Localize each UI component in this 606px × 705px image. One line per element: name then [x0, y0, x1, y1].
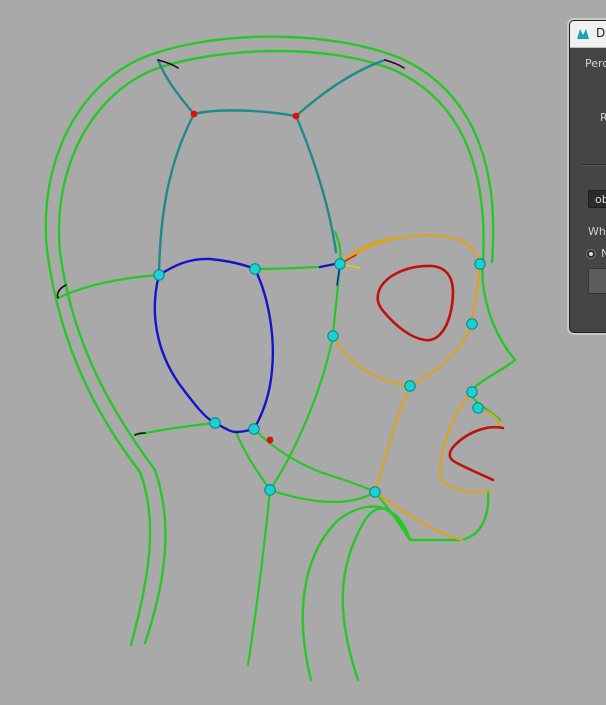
vertex — [264, 484, 276, 496]
pole-points[interactable] — [190, 110, 300, 444]
cranium-loop — [156, 58, 387, 277]
vertex — [334, 258, 346, 270]
vertex — [327, 330, 339, 342]
pole-vertex — [292, 112, 300, 120]
divider — [582, 164, 606, 166]
vertex — [466, 318, 478, 330]
object-dropdown[interactable]: ob — [588, 190, 606, 208]
apply-button[interactable] — [588, 268, 606, 294]
ear-loop — [153, 257, 337, 434]
radio-option[interactable] — [586, 249, 596, 259]
vertex — [404, 380, 416, 392]
vertex — [466, 386, 478, 398]
radio-label: N — [601, 247, 606, 260]
vertex — [248, 423, 260, 435]
maya-logo-icon — [577, 29, 589, 39]
field-label-r: R — [600, 111, 606, 124]
mouth-loop — [448, 425, 505, 482]
dialog-title: D — [596, 26, 606, 40]
vertex — [369, 486, 381, 498]
pole-vertex — [266, 436, 274, 444]
field-label-percent: Perc — [585, 57, 606, 70]
head-topology-sketch — [44, 35, 517, 682]
pole-vertex — [190, 110, 198, 118]
cranium-edges — [56, 230, 412, 667]
vertex-points[interactable] — [153, 258, 486, 498]
viewport-3d[interactable] — [0, 0, 606, 705]
section-label: Wh — [588, 225, 606, 238]
eye-loop — [376, 264, 455, 342]
vertex — [474, 258, 486, 270]
settings-dialog[interactable]: D Perc R I ob Wh N — [569, 20, 606, 333]
vertex — [209, 417, 221, 429]
vertex — [153, 269, 165, 281]
vertex — [472, 402, 484, 414]
vertex — [249, 263, 261, 275]
edge-hints — [56, 59, 405, 436]
head-outline — [44, 35, 517, 682]
dialog-titlebar[interactable]: D — [570, 21, 606, 48]
